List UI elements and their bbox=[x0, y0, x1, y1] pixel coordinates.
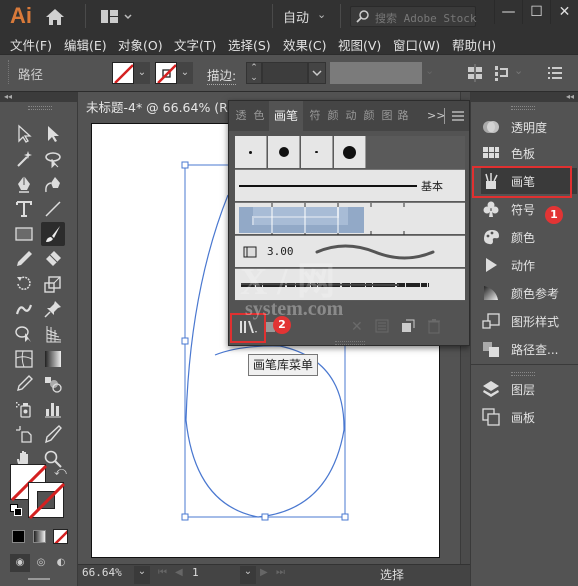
collapse-dock-button[interactable]: ◂◂ bbox=[471, 92, 578, 102]
zoom-dropdown[interactable]: ⌄ bbox=[134, 566, 150, 584]
brush-pattern[interactable] bbox=[235, 202, 465, 235]
actions-icon bbox=[481, 255, 501, 275]
status-display[interactable]: 选择 bbox=[380, 566, 404, 583]
tab-pathfinder[interactable]: 路 bbox=[395, 101, 411, 131]
artboards-icon bbox=[481, 407, 501, 427]
panel-resize-grip[interactable] bbox=[335, 341, 365, 345]
color-icon bbox=[481, 227, 501, 247]
calligraphic-brush-1[interactable] bbox=[235, 136, 267, 168]
color-guide-icon bbox=[481, 283, 501, 303]
watermark: system.com bbox=[245, 298, 344, 320]
dock-item-label: 符号 bbox=[511, 202, 536, 217]
dock-item-pathfinder[interactable]: 路径查... bbox=[481, 336, 577, 362]
pattern-brush-preview bbox=[239, 203, 405, 235]
symbols-icon bbox=[481, 199, 501, 219]
step-badge-1: 1 bbox=[545, 206, 563, 224]
calligraphic-brush-2[interactable] bbox=[268, 136, 300, 168]
tab-graphic-styles[interactable]: 图 bbox=[379, 101, 395, 131]
calligraphic-brush-4[interactable] bbox=[334, 136, 366, 168]
tab-actions[interactable]: 动 bbox=[343, 101, 359, 131]
remove-brush-stroke-button[interactable]: ✕ bbox=[351, 319, 363, 335]
dock-item-artboards[interactable]: 画板 bbox=[481, 404, 577, 430]
brush-dot bbox=[343, 145, 356, 159]
dock-item-label: 透明度 bbox=[511, 120, 548, 135]
dock-grip[interactable] bbox=[511, 106, 535, 110]
tab-swatches[interactable]: 色 bbox=[251, 101, 267, 131]
tab-symbols[interactable]: 符 bbox=[307, 101, 323, 131]
previous-artboard-button[interactable]: ◀ bbox=[175, 567, 183, 578]
divider bbox=[471, 364, 578, 365]
dock-item-label: 动作 bbox=[511, 258, 536, 273]
layers-icon bbox=[481, 379, 501, 399]
dock-item-label: 图形样式 bbox=[511, 314, 560, 329]
artboard-dropdown[interactable]: ⌄ bbox=[240, 566, 256, 584]
dock-item-symbols[interactable]: 符号 bbox=[481, 196, 577, 222]
transparency-icon bbox=[481, 117, 501, 137]
new-brush-icon[interactable] bbox=[401, 319, 415, 333]
dock-item-label: 路径查... bbox=[511, 342, 559, 357]
brush-libraries-menu-icon[interactable] bbox=[239, 319, 259, 335]
brush-basic[interactable]: 基本 bbox=[235, 169, 465, 201]
brush-dot bbox=[278, 147, 289, 157]
next-artboard-button[interactable]: ▶ bbox=[260, 567, 268, 578]
dock-item-label: 画板 bbox=[511, 410, 536, 425]
brushes-highlight bbox=[472, 166, 572, 198]
panel-dock: ◂◂ 透明度 色板 画笔 符号 颜色 动作 颜色参考 图形样式 路径查... 图层 画板 1 bbox=[470, 92, 578, 586]
brush-options-icon[interactable] bbox=[375, 319, 389, 333]
dock-item-label: 图层 bbox=[511, 382, 536, 397]
more-tabs-button[interactable]: >> bbox=[427, 109, 445, 122]
dock-item-color-guide[interactable]: 颜色参考 bbox=[481, 280, 577, 306]
dock-item-transparency[interactable]: 透明度 bbox=[481, 114, 577, 140]
dock-item-actions[interactable]: 动作 bbox=[481, 252, 577, 278]
basic-brush-label: 基本 bbox=[421, 180, 443, 193]
dock-item-color[interactable]: 颜色 bbox=[481, 224, 577, 250]
dock-item-label: 颜色参考 bbox=[511, 286, 560, 301]
dock-item-swatches[interactable]: 色板 bbox=[481, 140, 577, 166]
brush-dot bbox=[249, 150, 252, 154]
tab-color[interactable]: 颜 bbox=[325, 101, 341, 131]
swatches-icon bbox=[481, 143, 501, 163]
first-artboard-button[interactable]: ⏮ bbox=[158, 567, 167, 578]
panel-menu-icon[interactable] bbox=[451, 109, 465, 123]
calligraphic-brush-3[interactable] bbox=[301, 136, 333, 168]
zoom-level-input[interactable]: 66.64% bbox=[82, 566, 132, 584]
pathfinder-icon bbox=[481, 339, 501, 359]
tooltip: 画笔库菜单 bbox=[248, 354, 318, 376]
tab-transparency[interactable]: 透 bbox=[233, 101, 249, 131]
last-artboard-button[interactable]: ⏭ bbox=[276, 567, 285, 578]
basic-stroke-preview bbox=[239, 185, 417, 187]
tab-brushes[interactable]: 画笔 bbox=[269, 101, 303, 131]
divider bbox=[444, 108, 445, 124]
panel-tabs: 透 色 画笔 符 颜 动 颜 图 路 >> bbox=[229, 101, 469, 131]
graphic-styles-icon bbox=[481, 311, 501, 331]
delete-brush-icon[interactable] bbox=[427, 318, 441, 334]
watermark: X / 网 bbox=[240, 261, 336, 303]
dock-item-label: 色板 bbox=[511, 146, 536, 161]
tab-color-guide[interactable]: 颜 bbox=[361, 101, 377, 131]
brush-dot bbox=[315, 151, 318, 153]
dock-item-layers[interactable]: 图层 bbox=[481, 376, 577, 402]
dock-item-label: 颜色 bbox=[511, 230, 536, 245]
dock-item-graphic-styles[interactable]: 图形样式 bbox=[481, 308, 577, 334]
